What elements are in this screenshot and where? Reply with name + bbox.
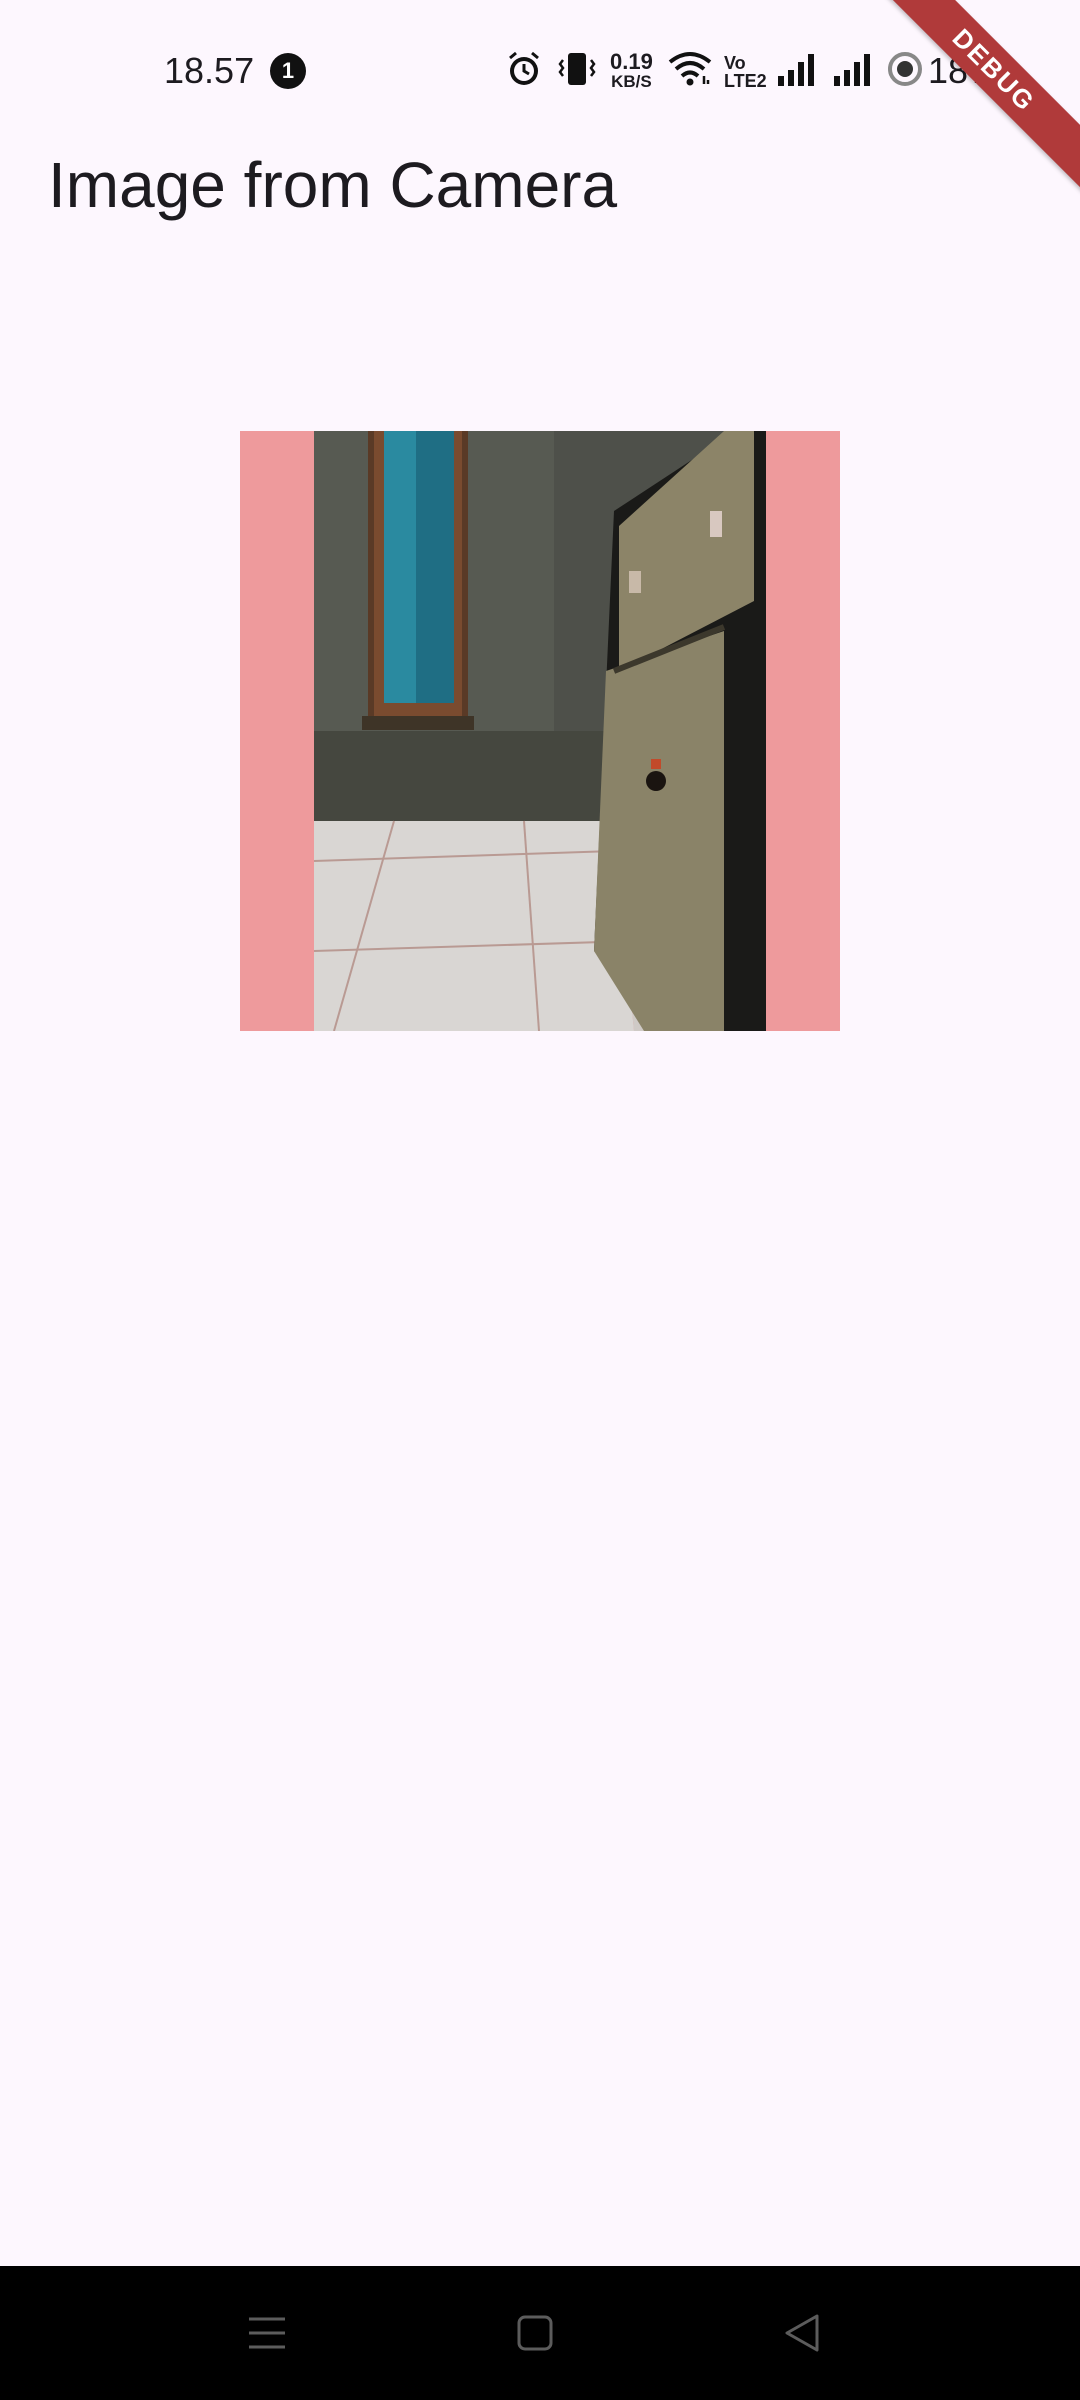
status-time: 18.57 <box>164 50 255 91</box>
signal-icon <box>834 54 870 86</box>
alarm-icon <box>509 51 539 85</box>
page-title: Image from Camera <box>48 149 618 221</box>
home-icon <box>517 2315 553 2351</box>
vibrate-icon <box>558 53 596 85</box>
back-button[interactable] <box>722 2266 882 2400</box>
back-icon <box>785 2314 819 2352</box>
wifi-icon <box>668 52 712 86</box>
net-speed-unit: KB/S <box>611 72 652 91</box>
debug-banner: DEBUG <box>872 0 1080 192</box>
status-bar: 18.57 1 0.19 KB/S Vo LTE2 DEBUG <box>0 0 1080 192</box>
home-button[interactable] <box>455 2266 615 2400</box>
notification-badge: 1 <box>270 53 306 89</box>
recents-button[interactable] <box>187 2266 347 2400</box>
volte-indicator: Vo LTE2 <box>724 54 767 90</box>
system-nav-bar <box>0 2266 1080 2400</box>
volte-line2: LTE2 <box>724 71 767 91</box>
menu-icon <box>249 2317 285 2349</box>
signal-icon <box>778 54 814 86</box>
camera-photo <box>314 431 766 1031</box>
camera-image-container <box>240 431 840 1031</box>
battery-saver-icon <box>888 52 922 86</box>
volte-line1: Vo <box>724 53 746 73</box>
net-speed: 0.19 KB/S <box>610 49 653 92</box>
net-speed-value: 0.19 <box>610 49 653 74</box>
